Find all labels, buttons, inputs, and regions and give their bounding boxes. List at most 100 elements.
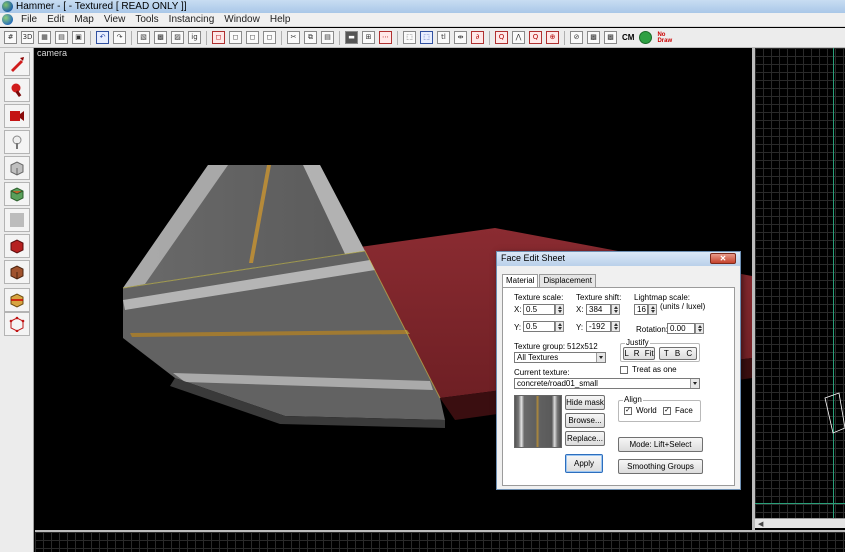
- zoom-icon[interactable]: ⬚: [420, 31, 433, 44]
- mode-button[interactable]: Mode: Lift+Select: [618, 437, 703, 452]
- texture-application-icon[interactable]: [4, 182, 30, 206]
- red-cube-icon: [10, 239, 24, 254]
- rotation-spinner[interactable]: [695, 323, 704, 334]
- entity-tool-icon[interactable]: [4, 130, 30, 154]
- scale-y-input[interactable]: 0.5: [523, 321, 555, 332]
- group-icon[interactable]: ▩: [154, 31, 167, 44]
- cordon-icon[interactable]: ◻: [246, 31, 259, 44]
- flat-icon[interactable]: ▩: [587, 31, 600, 44]
- menu-tools[interactable]: Tools: [130, 14, 163, 25]
- align-face-checkbox[interactable]: ✓: [663, 407, 671, 415]
- texture-scale-icon[interactable]: ⊞: [362, 31, 375, 44]
- unhide-icon[interactable]: ◻: [229, 31, 242, 44]
- clipping-tool-icon[interactable]: [4, 288, 30, 312]
- hide-icon[interactable]: ◻: [212, 31, 225, 44]
- menu-help[interactable]: Help: [265, 14, 296, 25]
- paste-icon[interactable]: ▤: [321, 31, 334, 44]
- 3d-icon[interactable]: 3D: [21, 31, 34, 44]
- top-2d-viewport[interactable]: [755, 48, 845, 518]
- chevron-down-icon[interactable]: [596, 353, 605, 362]
- menu-map[interactable]: Map: [69, 14, 98, 25]
- snap-icon[interactable]: ▣: [72, 31, 85, 44]
- bottom-2d-viewport[interactable]: [35, 530, 845, 552]
- clip-icon[interactable]: ⋀: [512, 31, 525, 44]
- scale-x-input[interactable]: 0.5: [523, 304, 555, 315]
- undo-icon[interactable]: ↶: [96, 31, 109, 44]
- cut-icon[interactable]: ◻: [263, 31, 276, 44]
- ungroup-icon[interactable]: ▨: [171, 31, 184, 44]
- tab-material[interactable]: Material: [502, 274, 539, 288]
- camera-tool-icon[interactable]: [4, 104, 30, 128]
- shift-y-input[interactable]: -192: [586, 321, 611, 332]
- move-icon[interactable]: ∂: [471, 31, 484, 44]
- menu-edit[interactable]: Edit: [42, 14, 69, 25]
- grid-small-icon[interactable]: ▦: [38, 31, 51, 44]
- lightmap-scale-spinner[interactable]: [648, 304, 657, 315]
- scale-y-spinner[interactable]: [555, 321, 564, 332]
- chevron-down-icon[interactable]: [690, 379, 699, 388]
- copy-icon[interactable]: ⧉: [304, 31, 317, 44]
- decal-icon[interactable]: Q: [529, 31, 542, 44]
- vertex-tool-icon[interactable]: [4, 312, 30, 336]
- tab-displacement[interactable]: Displacement: [539, 274, 596, 287]
- arrow-cursor-icon: [11, 57, 24, 72]
- face-edit-dialog: Face Edit Sheet ✕ Material Displacement …: [496, 251, 741, 490]
- overlay-tool-icon[interactable]: [4, 260, 30, 284]
- selection-tool-icon[interactable]: [4, 52, 30, 76]
- shift-y-spinner[interactable]: [611, 321, 620, 332]
- green-icon[interactable]: [639, 31, 653, 44]
- justify-b-button[interactable]: B: [675, 349, 680, 358]
- justify-t-button[interactable]: T: [664, 349, 669, 358]
- replace-button[interactable]: Replace...: [565, 431, 605, 446]
- ignore-group-icon[interactable]: ig: [188, 31, 201, 44]
- no-draw-button[interactable]: No Draw: [657, 32, 672, 44]
- select-icon[interactable]: ⬚: [403, 31, 416, 44]
- wireframe-icon[interactable]: ⊘: [570, 31, 583, 44]
- menu-window[interactable]: Window: [219, 14, 265, 25]
- block-tool-icon[interactable]: [4, 156, 30, 180]
- redo-icon[interactable]: ↷: [113, 31, 126, 44]
- align-world-checkbox[interactable]: ✓: [624, 407, 632, 415]
- dialog-title-bar[interactable]: Face Edit Sheet ✕: [497, 252, 740, 266]
- overlay-icon[interactable]: ⊕: [546, 31, 559, 44]
- grid-icon[interactable]: #: [4, 31, 17, 44]
- grid-large-icon[interactable]: ▤: [55, 31, 68, 44]
- texture-group-select[interactable]: All Textures: [514, 352, 606, 363]
- entity-icon[interactable]: ⇹: [454, 31, 467, 44]
- textured-icon[interactable]: ▩: [604, 31, 617, 44]
- horizontal-scrollbar[interactable]: ◀: [755, 518, 845, 528]
- apply-button[interactable]: Apply: [565, 454, 603, 473]
- lightmap-scale-input[interactable]: 16: [634, 304, 648, 315]
- close-button[interactable]: ✕: [710, 253, 736, 264]
- document-icon[interactable]: [2, 14, 13, 25]
- browse-button[interactable]: Browse...: [565, 413, 605, 428]
- current-texture-select[interactable]: concrete/road01_small: [514, 378, 700, 389]
- menu-view[interactable]: View: [99, 14, 131, 25]
- menu-file[interactable]: File: [16, 14, 42, 25]
- magnify-tool-icon[interactable]: [4, 78, 30, 102]
- cm-button[interactable]: CM: [622, 33, 634, 42]
- treat-as-one-checkbox[interactable]: [620, 366, 628, 374]
- shift-x-input[interactable]: 384: [586, 304, 611, 315]
- apply-texture-icon[interactable]: [4, 208, 30, 232]
- justify-c-button[interactable]: C: [686, 349, 692, 358]
- dialog-title: Face Edit Sheet: [501, 253, 566, 263]
- dotted-icon[interactable]: ⋯: [379, 31, 392, 44]
- scale-x-spinner[interactable]: [555, 304, 564, 315]
- carve-icon[interactable]: ▧: [137, 31, 150, 44]
- hide-mask-button[interactable]: Hide mask: [565, 395, 605, 410]
- compile-icon[interactable]: Q: [495, 31, 508, 44]
- justify-fit-button[interactable]: Fit: [645, 349, 654, 358]
- cut-icon[interactable]: ✂: [287, 31, 300, 44]
- rotation-input[interactable]: 0.00: [667, 323, 695, 334]
- smoothing-groups-button[interactable]: Smoothing Groups: [618, 459, 703, 474]
- justify-r-button[interactable]: R: [634, 349, 640, 358]
- scroll-left-icon[interactable]: ◀: [758, 520, 763, 528]
- vertex-wire-icon: [9, 316, 25, 332]
- texture-lock-icon[interactable]: ▬: [345, 31, 358, 44]
- menu-instancing[interactable]: Instancing: [164, 14, 220, 25]
- shift-x-spinner[interactable]: [611, 304, 620, 315]
- vertex-icon[interactable]: tl: [437, 31, 450, 44]
- justify-l-button[interactable]: L: [624, 349, 628, 358]
- decal-tool-icon[interactable]: [4, 234, 30, 258]
